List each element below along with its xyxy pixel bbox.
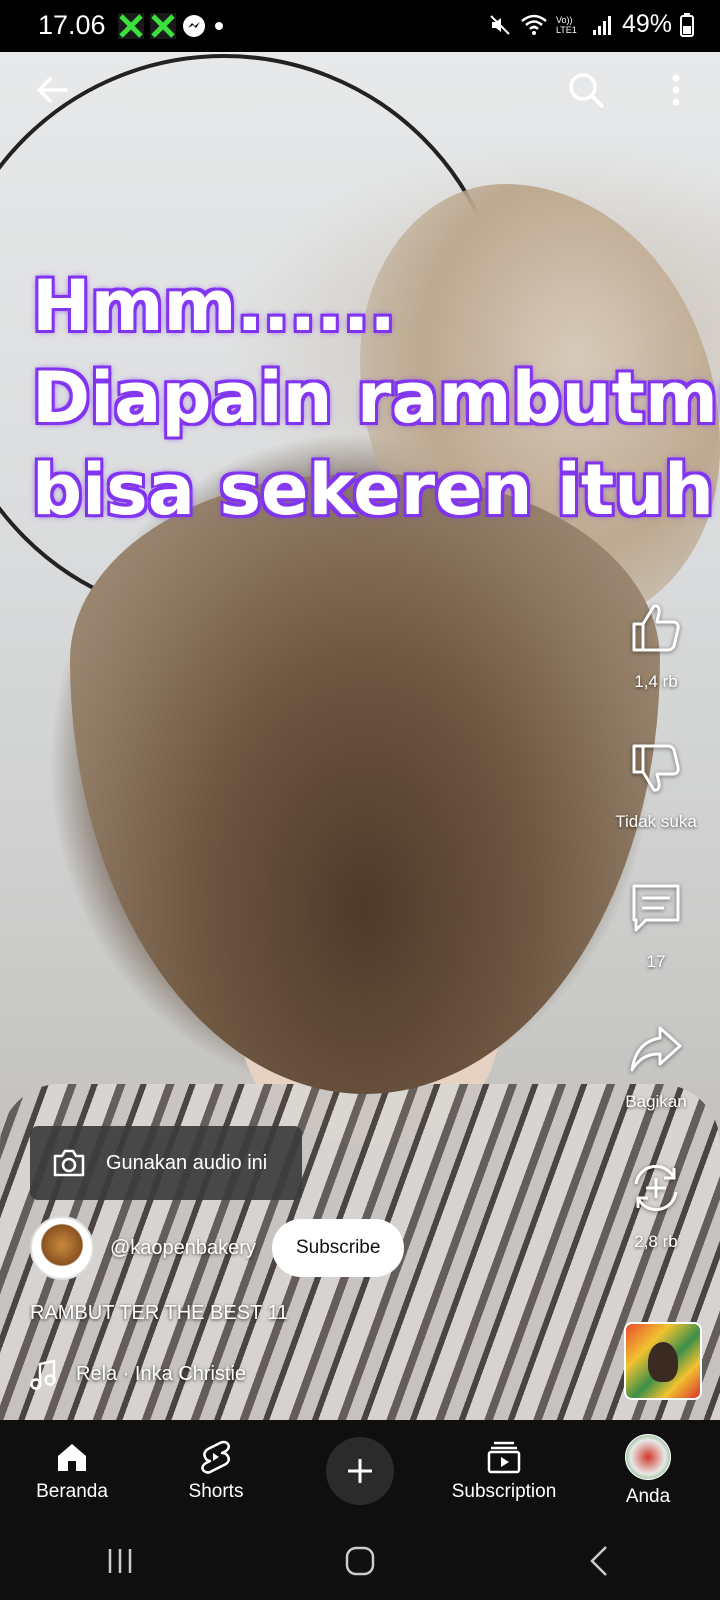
use-audio-label: Gunakan audio ini <box>106 1151 268 1174</box>
nav-shorts-label: Shorts <box>188 1481 244 1502</box>
album-art-thumbnail[interactable] <box>624 1322 702 1400</box>
more-vert-icon <box>672 74 680 106</box>
home-icon <box>58 1444 86 1471</box>
nav-subscriptions-label: Subscription <box>451 1481 557 1502</box>
nav-shorts[interactable]: Shorts <box>151 1439 281 1503</box>
channel-avatar[interactable] <box>30 1216 94 1280</box>
app-x-icon <box>118 13 144 39</box>
more-button[interactable] <box>652 66 700 114</box>
bottom-nav: Beranda Shorts Subscription Anda <box>0 1420 720 1522</box>
nav-create[interactable] <box>295 1437 425 1505</box>
music-label: Rela · Inka Christie <box>76 1362 247 1385</box>
search-icon <box>569 73 604 108</box>
comment-count: 17 <box>646 952 666 971</box>
battery-percent: 49% <box>621 10 672 38</box>
video-title[interactable]: RAMBUT TER THE BEST 11 <box>30 1302 288 1325</box>
comment-button[interactable]: 17 <box>606 880 706 1020</box>
nav-subscriptions[interactable]: Subscription <box>439 1439 569 1503</box>
comment-icon <box>632 884 680 932</box>
music-row[interactable]: Rela · Inka Christie <box>30 1358 246 1390</box>
back-button[interactable] <box>28 66 76 114</box>
overlay-line-1: Hmm...... <box>32 265 397 347</box>
mute-icon <box>490 14 510 35</box>
action-column: 1,4 rb Tidak suka 17 Bagikan 2,8 rb <box>606 600 706 1300</box>
share-icon <box>630 1026 682 1072</box>
share-button[interactable]: Bagikan <box>606 1020 706 1160</box>
remix-count: 2,8 rb <box>634 1232 678 1251</box>
nav-home-label: Beranda <box>36 1481 108 1502</box>
nav-you-label: Anda <box>625 1486 671 1507</box>
back-arrow-icon <box>37 77 68 103</box>
shorts-icon <box>201 1440 230 1474</box>
thumbs-down-icon <box>632 744 680 792</box>
subscriptions-icon <box>487 1441 521 1474</box>
channel-row: @kaopenbakery Subscribe <box>30 1216 405 1280</box>
recents-icon[interactable] <box>100 1541 140 1581</box>
dislike-button[interactable]: Tidak suka <box>606 740 706 880</box>
signal-icon <box>592 15 611 35</box>
video-hair <box>70 474 660 1094</box>
nav-you[interactable]: Anda <box>583 1434 713 1508</box>
album-art-face <box>648 1342 678 1382</box>
dot-icon <box>215 22 223 30</box>
home-circle-icon[interactable] <box>340 1541 380 1581</box>
music-note-icon <box>30 1359 56 1390</box>
like-count: 1,4 rb <box>634 672 678 691</box>
subscribe-button[interactable]: Subscribe <box>271 1219 405 1277</box>
nav-home[interactable]: Beranda <box>7 1439 137 1503</box>
video-overlay-text: Hmm...... Diapain rambutmu bisa sekeren … <box>32 260 720 536</box>
dislike-label: Tidak suka <box>615 812 697 831</box>
thumbs-up-icon <box>632 604 680 652</box>
remix-button[interactable]: 2,8 rb <box>606 1160 706 1300</box>
share-label: Bagikan <box>625 1092 687 1111</box>
avatar-icon <box>625 1434 671 1480</box>
status-app-icons <box>118 13 226 39</box>
back-chevron-icon[interactable] <box>580 1541 620 1581</box>
use-audio-chip[interactable]: Gunakan audio ini <box>30 1126 302 1200</box>
plus-icon <box>348 1459 372 1483</box>
app-x-icon <box>150 13 176 39</box>
status-right: Vo)) LTE1 49% <box>488 10 694 39</box>
overlay-line-3: bisa sekeren ituh <box>32 449 714 531</box>
search-button[interactable] <box>562 66 610 114</box>
overlay-line-2: Diapain rambutmu <box>32 357 720 439</box>
network-label: Vo)) LTE1 <box>555 14 577 35</box>
status-time: 17.06 <box>38 10 106 40</box>
messenger-icon <box>183 15 205 37</box>
wifi-icon <box>521 14 547 35</box>
like-button[interactable]: 1,4 rb <box>606 600 706 740</box>
battery-icon <box>680 12 694 37</box>
channel-handle[interactable]: @kaopenbakery <box>110 1237 256 1260</box>
status-bar: 17.06 Vo)) LTE1 49% <box>0 0 720 52</box>
camera-icon <box>53 1149 85 1177</box>
create-button[interactable] <box>326 1437 394 1505</box>
system-nav-bar <box>0 1522 720 1600</box>
remix-icon <box>634 1164 678 1212</box>
